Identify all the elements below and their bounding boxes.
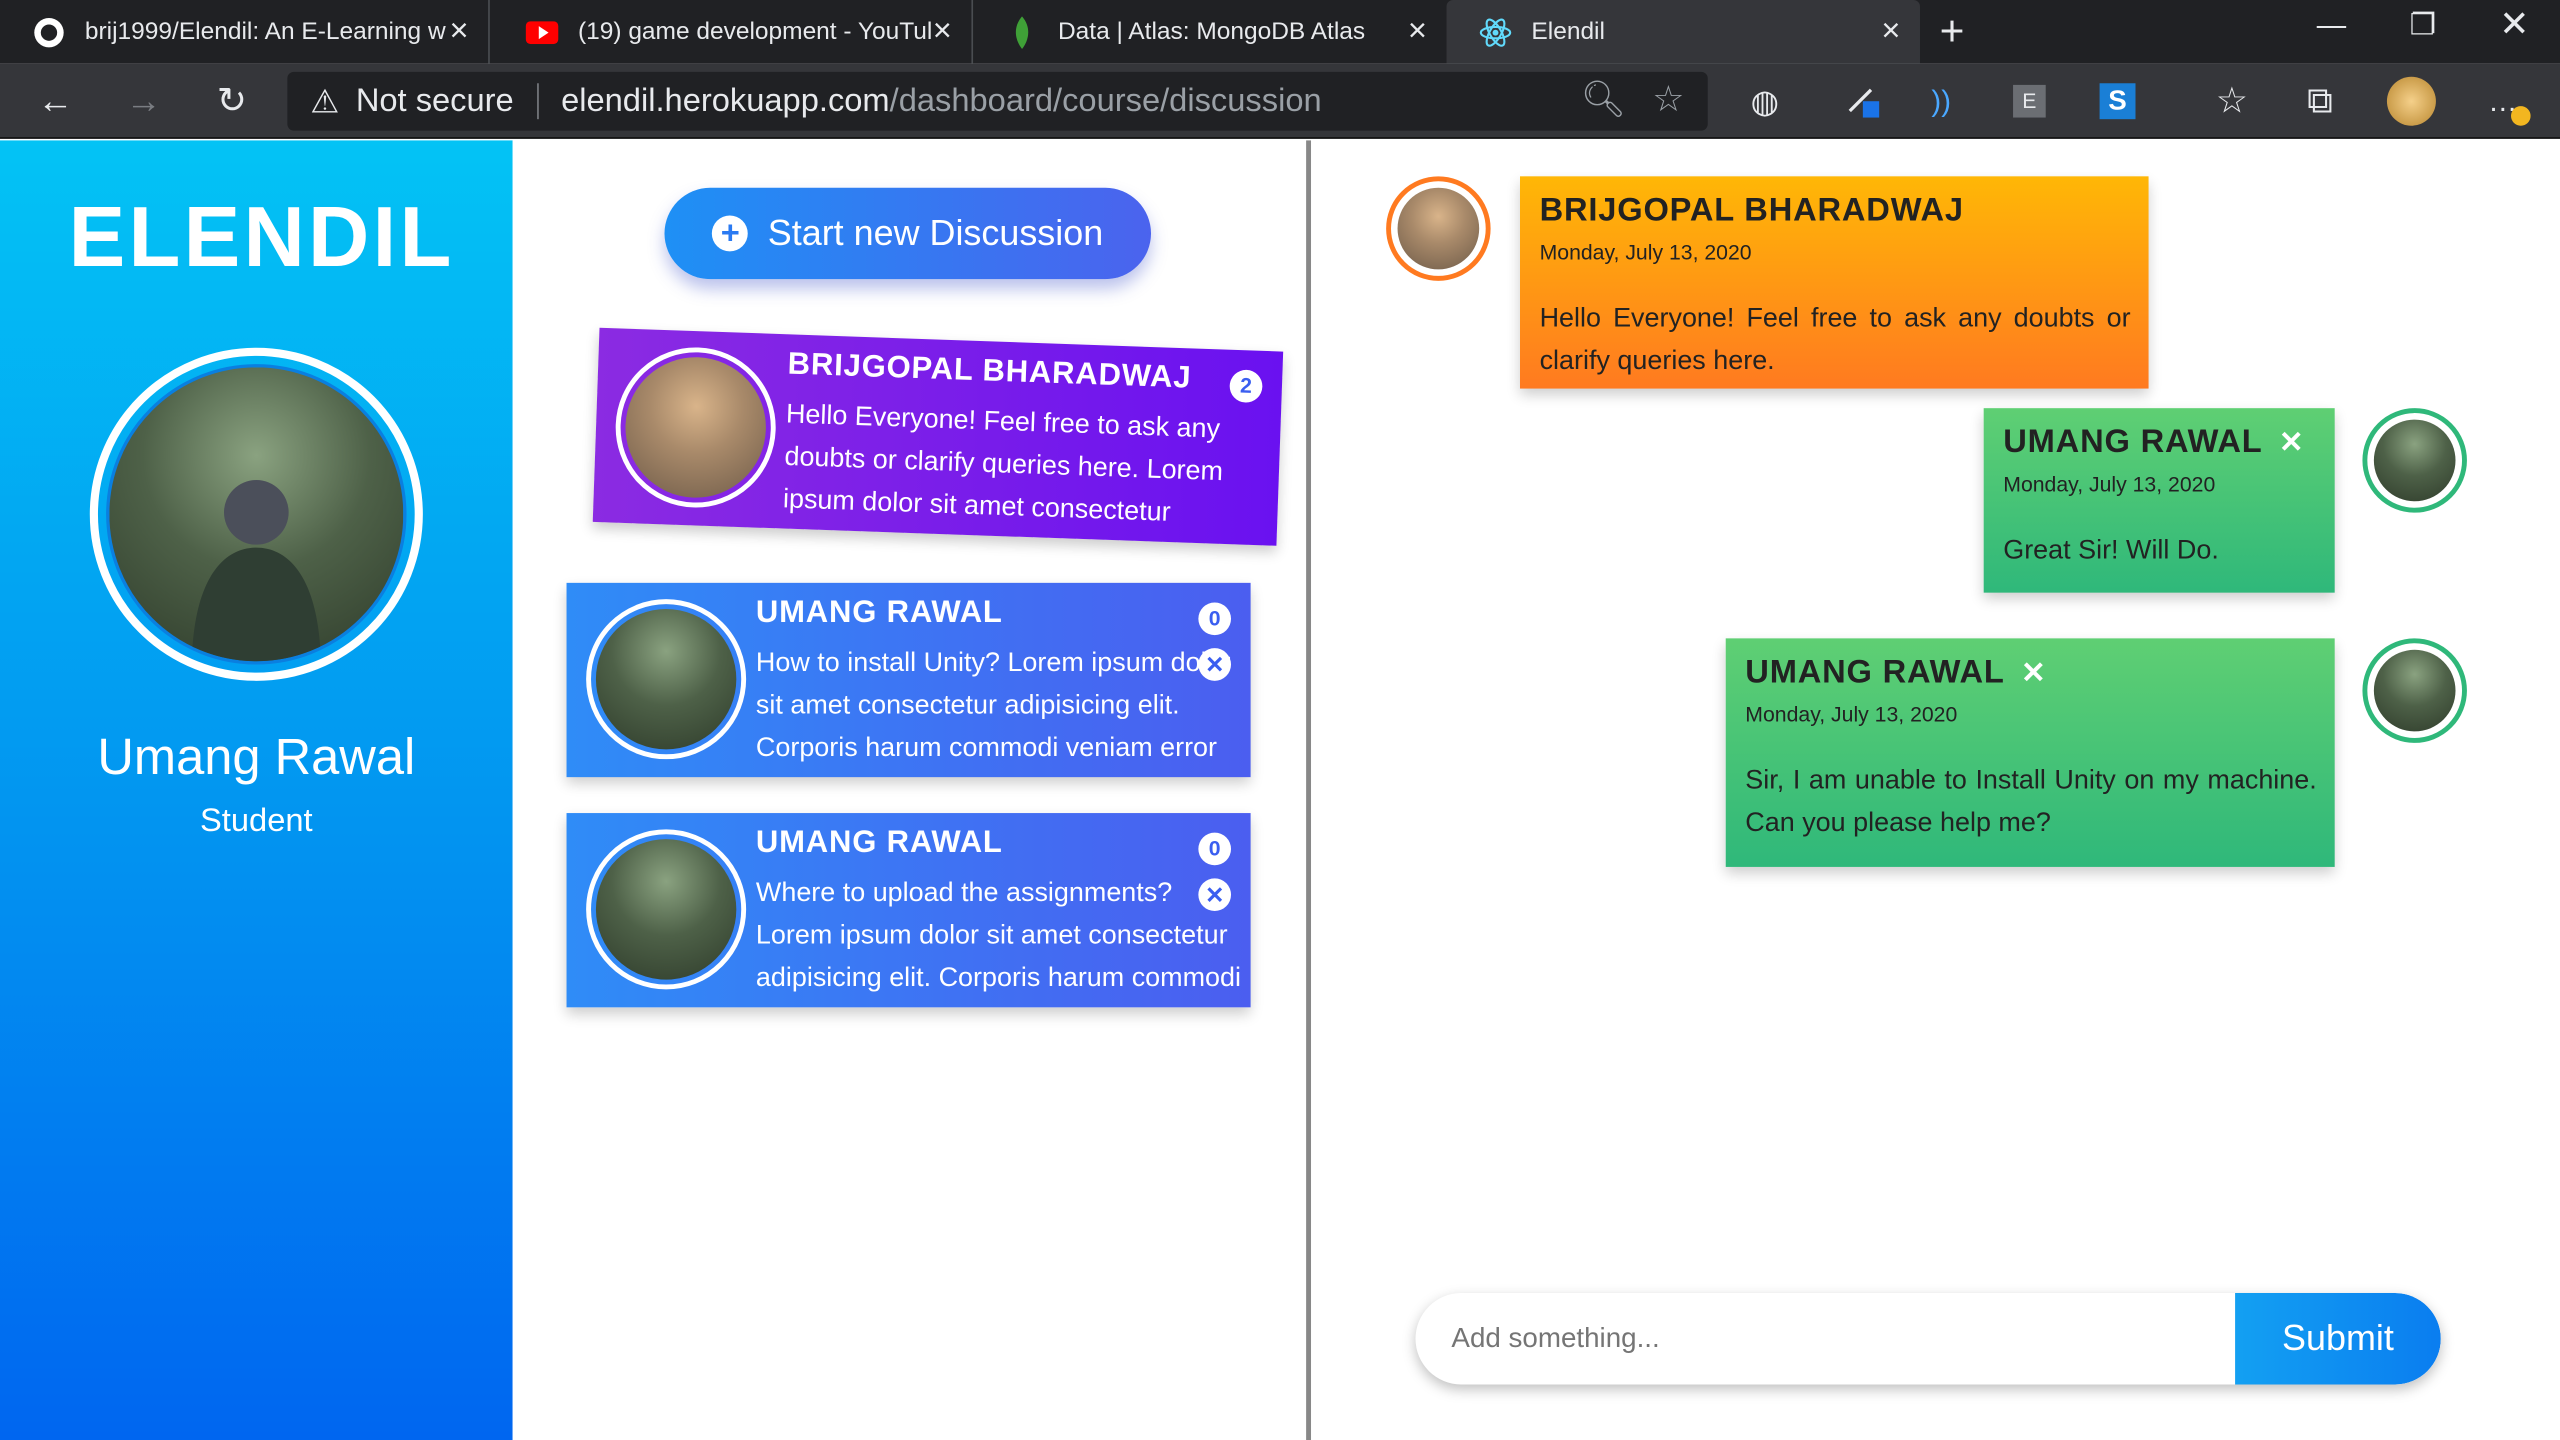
user-role: Student	[200, 803, 313, 840]
avatar	[586, 829, 747, 990]
tab-title: brij1999/Elendil: An E-Learning w	[84, 17, 446, 46]
discussion-card[interactable]: UMANG RAWAL How to install Unity? Lorem …	[566, 582, 1251, 778]
message-date: Monday, July 13, 2020	[2003, 471, 2216, 497]
zoom-icon[interactable]: 🔍︎	[1580, 78, 1626, 120]
avatar	[2362, 408, 2467, 513]
url-host: elendil.herokuapp.com	[561, 82, 890, 119]
avatar	[2362, 638, 2467, 743]
chat-message: UMANG RAWAL ✕ Monday, July 13, 2020 Sir, …	[1725, 638, 2335, 867]
reply-count-badge: 2	[1229, 369, 1263, 404]
restore-button[interactable]: ❐	[2377, 0, 2468, 64]
tab-github[interactable]: brij1999/Elendil: An E-Learning w ×	[0, 0, 490, 64]
globe-icon[interactable]: ◍	[1737, 73, 1793, 129]
avatar	[89, 347, 423, 681]
forward-arrow-icon[interactable]: →	[116, 73, 172, 129]
message-text: Hello Everyone! Feel free to ask any dou…	[1539, 303, 2131, 376]
discussion-author: UMANG RAWAL	[755, 826, 1003, 861]
message-author: BRIJGOPAL BHARADWAJ	[1539, 192, 1964, 229]
message-composer: Submit	[1415, 1293, 2441, 1385]
message-date: Monday, July 13, 2020	[1745, 702, 1958, 727]
new-tab-button[interactable]: +	[1940, 10, 1965, 52]
avatar	[612, 344, 779, 511]
tab-mongodb[interactable]: Data | Atlas: MongoDB Atlas ×	[973, 0, 1446, 64]
delete-icon[interactable]: ✕	[1198, 878, 1232, 912]
start-discussion-button[interactable]: + Start new Discussion	[664, 187, 1152, 280]
browser-tab-bar: brij1999/Elendil: An E-Learning w × (19)…	[0, 0, 2560, 64]
url-path: /dashboard/course/discussion	[889, 82, 1322, 119]
sidebar: ELENDIL Umang Rawal Student	[0, 140, 513, 1440]
message-input[interactable]	[1451, 1293, 2219, 1385]
avatar	[1386, 176, 1491, 281]
collections-icon[interactable]: ⧉	[2292, 73, 2348, 129]
discussion-author: BRIJGOPAL BHARADWAJ	[787, 347, 1192, 396]
read-aloud-icon[interactable]: ))	[1913, 73, 1969, 129]
discussion-preview: How to install Unity? Lorem ipsum dolor …	[755, 648, 1231, 763]
tab-elendil[interactable]: Elendil ×	[1446, 0, 1920, 64]
favorites-list-icon[interactable]: ☆	[2204, 73, 2260, 129]
app-root: ELENDIL Umang Rawal Student + Start new …	[0, 140, 2560, 1440]
message-text: Great Sir! Will Do.	[2003, 535, 2219, 565]
color-picker-icon[interactable]	[1835, 73, 1891, 129]
github-icon	[33, 16, 66, 49]
favorite-star-icon[interactable]: ☆	[1652, 78, 1684, 120]
tab-title: Elendil	[1531, 17, 1605, 46]
tab-title: Data | Atlas: MongoDB Atlas	[1057, 17, 1366, 46]
start-discussion-label: Start new Discussion	[767, 212, 1104, 254]
chat-message: BRIJGOPAL BHARADWAJ Monday, July 13, 202…	[1519, 176, 2149, 389]
chat-message: UMANG RAWAL ✕ Monday, July 13, 2020 Great…	[1983, 408, 2335, 593]
discussion-card[interactable]: BRIJGOPAL BHARADWAJ Hello Everyone! Feel…	[592, 327, 1284, 546]
user-photo	[106, 364, 407, 665]
discussion-preview: Hello Everyone! Feel free to ask any dou…	[782, 399, 1224, 528]
plus-circle-icon: +	[712, 215, 749, 252]
message-author: UMANG RAWAL	[1745, 654, 2005, 691]
close-tab-icon[interactable]: ×	[1408, 15, 1427, 48]
back-arrow-icon[interactable]: ←	[28, 73, 84, 129]
close-tab-icon[interactable]: ×	[933, 15, 952, 48]
brand-logo[interactable]: ELENDIL	[69, 189, 455, 287]
close-tab-icon[interactable]: ×	[449, 15, 468, 48]
more-menu-icon[interactable]: …	[2475, 73, 2531, 129]
reply-count-badge: 0	[1198, 832, 1232, 866]
mongodb-leaf-icon	[1006, 15, 1039, 49]
close-tab-icon[interactable]: ×	[1881, 15, 1900, 48]
delete-icon[interactable]: ✕	[1198, 648, 1232, 681]
discussion-preview: Where to upload the assignments? Lorem i…	[755, 878, 1242, 993]
react-icon	[1479, 16, 1512, 49]
reply-count-badge: 0	[1198, 602, 1232, 636]
delete-message-icon[interactable]: ✕	[2021, 656, 2046, 689]
minimize-button[interactable]: —	[2286, 0, 2377, 64]
warning-icon: ⚠	[310, 84, 340, 120]
security-label: Not secure	[355, 82, 514, 119]
close-window-button[interactable]: ✕	[2469, 0, 2560, 64]
youtube-icon	[525, 16, 559, 49]
extension-s-icon[interactable]: S	[2090, 73, 2146, 129]
divider	[536, 83, 539, 120]
extension-e-icon[interactable]: E	[2002, 73, 2058, 129]
reload-icon[interactable]: ↻	[204, 73, 260, 129]
user-name: Umang Rawal	[97, 728, 416, 786]
discussion-author: UMANG RAWAL	[755, 595, 1003, 631]
message-author: UMANG RAWAL	[2003, 424, 2263, 461]
submit-button[interactable]: Submit	[2235, 1293, 2441, 1385]
profile-avatar-icon[interactable]	[2384, 73, 2440, 129]
delete-message-icon[interactable]: ✕	[2279, 426, 2304, 459]
discussion-card[interactable]: UMANG RAWAL Where to upload the assignme…	[566, 813, 1251, 1008]
message-text: Sir, I am unable to Install Unity on my …	[1745, 765, 2317, 838]
chat-panel: BRIJGOPAL BHARADWAJ Monday, July 13, 202…	[1311, 140, 2560, 1440]
message-date: Monday, July 13, 2020	[1539, 239, 1752, 265]
tab-youtube[interactable]: (19) game development - YouTul ×	[493, 0, 974, 64]
avatar	[586, 599, 747, 760]
browser-toolbar: ← → ↻ ⚠ Not secure elendil.herokuapp.com…	[0, 63, 2560, 139]
address-bar[interactable]: ⚠ Not secure elendil.herokuapp.com/dashb…	[287, 71, 1708, 131]
tab-title: (19) game development - YouTul	[577, 17, 933, 46]
